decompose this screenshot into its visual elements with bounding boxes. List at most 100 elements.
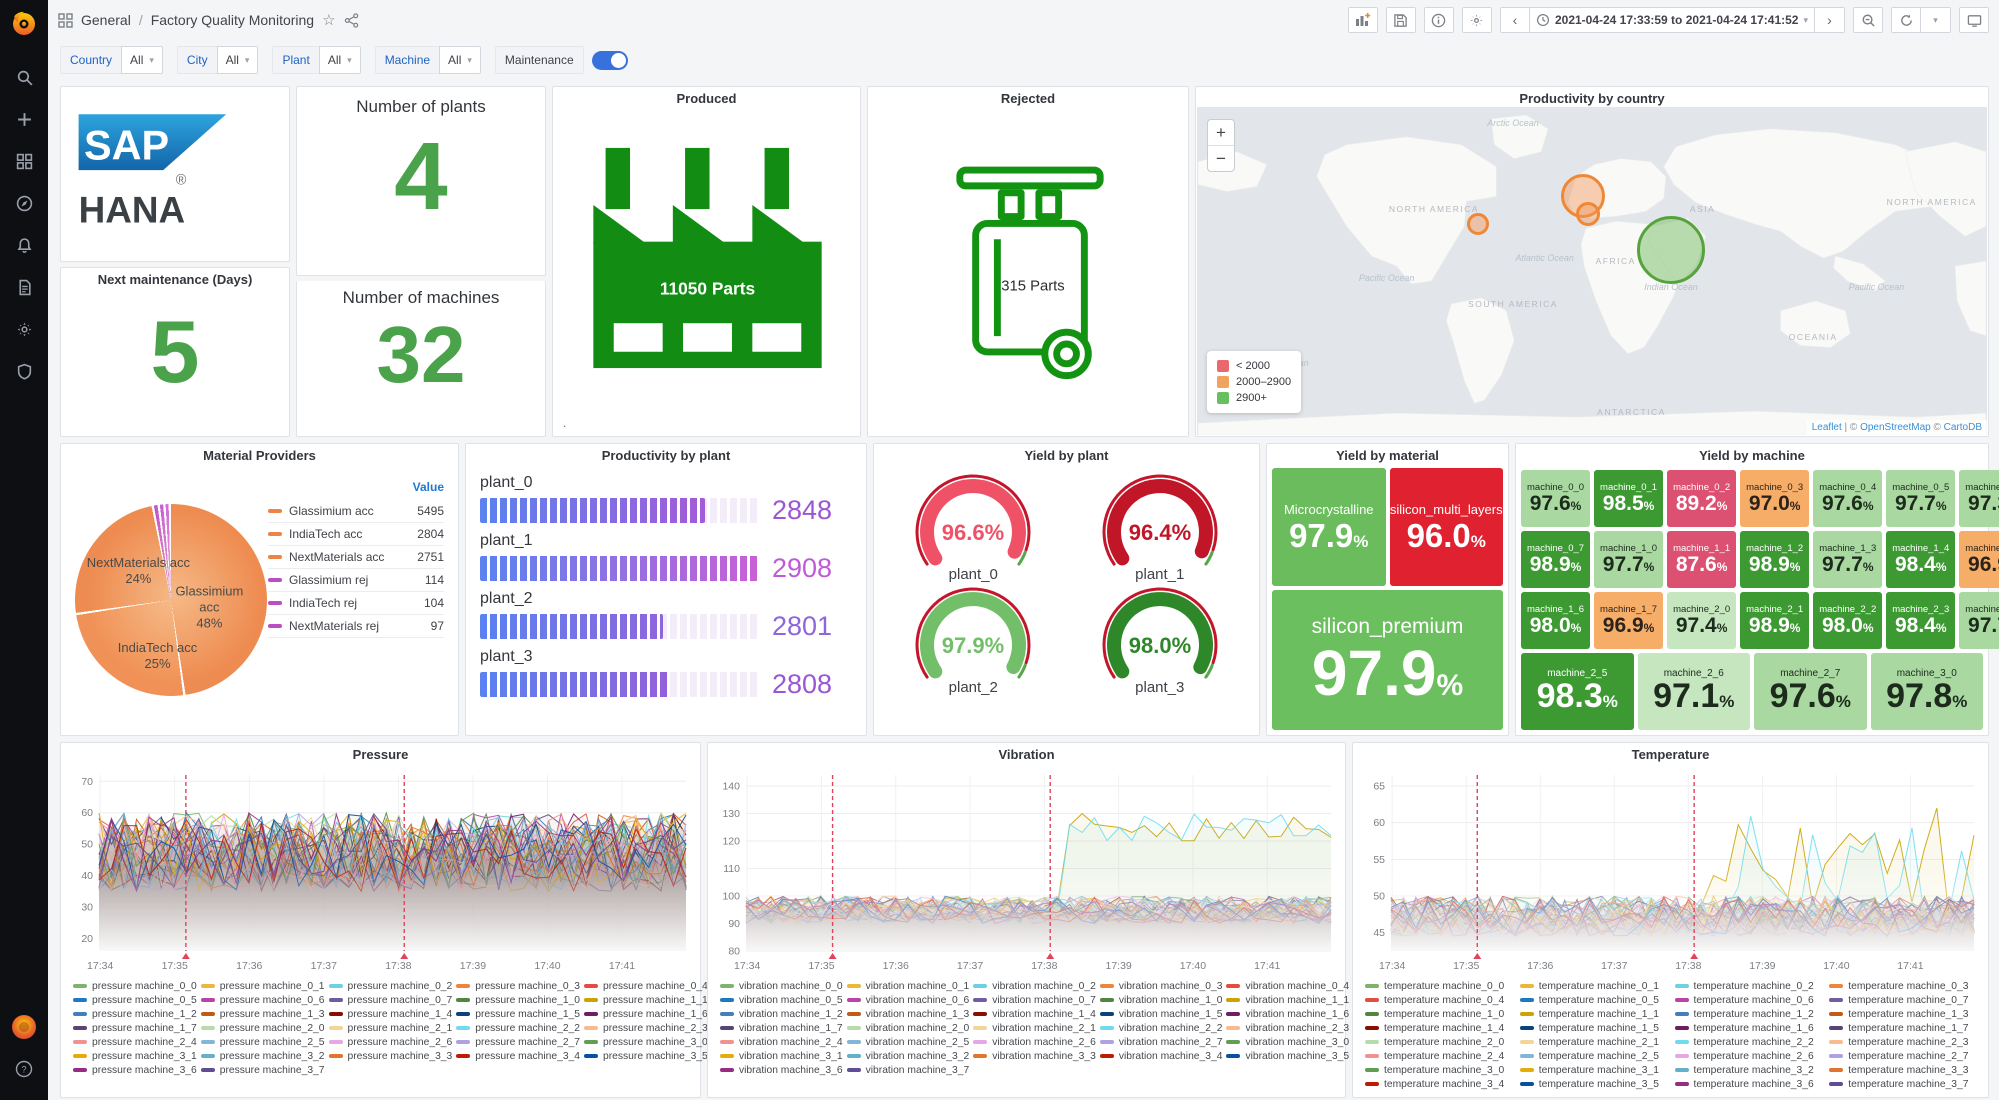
- legend-item[interactable]: temperature machine_2_6: [1675, 1049, 1826, 1063]
- legend-item[interactable]: vibration machine_0_6: [847, 993, 970, 1007]
- filter-value-city[interactable]: All▾: [217, 46, 259, 74]
- legend-item[interactable]: vibration machine_2_7: [1100, 1035, 1223, 1049]
- sidebar-item-help[interactable]: ?: [0, 1048, 48, 1090]
- legend-row[interactable]: NextMaterials acc2751: [268, 546, 444, 569]
- kiosk-mode-button[interactable]: [1959, 7, 1989, 33]
- legend-item[interactable]: temperature machine_1_0: [1365, 1007, 1516, 1021]
- legend-item[interactable]: pressure machine_2_7: [456, 1035, 580, 1049]
- legend-item[interactable]: temperature machine_0_0: [1365, 979, 1516, 993]
- legend-item[interactable]: temperature machine_0_2: [1675, 979, 1826, 993]
- legend-item[interactable]: pressure machine_0_4: [584, 979, 708, 993]
- legend-item[interactable]: vibration machine_2_4: [720, 1035, 843, 1049]
- legend-item[interactable]: pressure machine_1_6: [584, 1007, 708, 1021]
- grafana-logo[interactable]: [9, 8, 39, 38]
- legend-item[interactable]: vibration machine_0_2: [973, 979, 1096, 993]
- star-icon[interactable]: ☆: [322, 11, 335, 29]
- legend-item[interactable]: vibration machine_3_4: [1100, 1049, 1223, 1063]
- legend-item[interactable]: pressure machine_3_6: [73, 1063, 197, 1077]
- sidebar-item-settings[interactable]: [0, 308, 48, 350]
- legend-item[interactable]: pressure machine_3_2: [201, 1049, 325, 1063]
- legend-item[interactable]: vibration machine_1_0: [1100, 993, 1223, 1007]
- maintenance-toggle[interactable]: [592, 51, 628, 70]
- legend-item[interactable]: pressure machine_3_5: [584, 1049, 708, 1063]
- legend-item[interactable]: temperature machine_1_1: [1520, 1007, 1671, 1021]
- pressure-plot[interactable]: 20304050607017:3417:3517:3617:3717:3817:…: [61, 767, 698, 973]
- filter-label-machine[interactable]: Machine: [375, 46, 439, 74]
- filter-value-plant[interactable]: All▾: [319, 46, 361, 74]
- legend-item[interactable]: vibration machine_0_5: [720, 993, 843, 1007]
- legend-item[interactable]: vibration machine_2_6: [973, 1035, 1096, 1049]
- attribution-link[interactable]: CartoDB: [1944, 422, 1982, 433]
- legend-item[interactable]: vibration machine_1_2: [720, 1007, 843, 1021]
- legend-item[interactable]: vibration machine_3_1: [720, 1049, 843, 1063]
- map-marker-green[interactable]: [1637, 216, 1705, 284]
- share-icon[interactable]: [344, 13, 359, 28]
- legend-item[interactable]: pressure machine_2_0: [201, 1021, 325, 1035]
- legend-item[interactable]: temperature machine_1_6: [1675, 1021, 1826, 1035]
- time-shift-back-button[interactable]: ‹: [1500, 7, 1530, 33]
- legend-item[interactable]: temperature machine_3_3: [1829, 1063, 1980, 1077]
- legend-header-value[interactable]: Value: [413, 480, 444, 500]
- legend-item[interactable]: pressure machine_3_7: [201, 1063, 325, 1077]
- legend-item[interactable]: temperature machine_2_2: [1675, 1035, 1826, 1049]
- legend-item[interactable]: vibration machine_2_2: [1100, 1021, 1223, 1035]
- attribution-link[interactable]: Leaflet: [1812, 422, 1842, 433]
- legend-item[interactable]: pressure machine_1_4: [329, 1007, 453, 1021]
- legend-item[interactable]: vibration machine_3_5: [1226, 1049, 1349, 1063]
- add-panel-button[interactable]: [1348, 7, 1378, 33]
- legend-item[interactable]: temperature machine_3_5: [1520, 1077, 1671, 1091]
- legend-item[interactable]: vibration machine_3_3: [973, 1049, 1096, 1063]
- sidebar-item-dashboards[interactable]: [0, 140, 48, 182]
- legend-item[interactable]: temperature machine_2_0: [1365, 1035, 1516, 1049]
- legend-item[interactable]: vibration machine_3_6: [720, 1063, 843, 1077]
- legend-item[interactable]: pressure machine_3_4: [456, 1049, 580, 1063]
- sidebar-item-explore[interactable]: [0, 182, 48, 224]
- filter-label-city[interactable]: City: [177, 46, 217, 74]
- legend-item[interactable]: pressure machine_0_1: [201, 979, 325, 993]
- legend-item[interactable]: temperature machine_0_1: [1520, 979, 1671, 993]
- legend-item[interactable]: vibration machine_1_3: [847, 1007, 970, 1021]
- zoom-out-button[interactable]: [1853, 7, 1883, 33]
- time-shift-forward-button[interactable]: ›: [1815, 7, 1845, 33]
- legend-item[interactable]: pressure machine_1_3: [201, 1007, 325, 1021]
- legend-item[interactable]: temperature machine_3_4: [1365, 1077, 1516, 1091]
- legend-item[interactable]: temperature machine_2_5: [1520, 1049, 1671, 1063]
- legend-item[interactable]: pressure machine_2_2: [456, 1021, 580, 1035]
- legend-item[interactable]: temperature machine_1_7: [1829, 1021, 1980, 1035]
- legend-item[interactable]: vibration machine_1_1: [1226, 993, 1349, 1007]
- legend-item[interactable]: vibration machine_0_7: [973, 993, 1096, 1007]
- legend-item[interactable]: temperature machine_3_1: [1520, 1063, 1671, 1077]
- legend-item[interactable]: temperature machine_0_6: [1675, 993, 1826, 1007]
- world-map[interactable]: NORTH AMERICASOUTH AMERICAAFRICAASIAOCEA…: [1197, 107, 1987, 435]
- sidebar-item-shield[interactable]: [0, 350, 48, 392]
- legend-item[interactable]: pressure machine_2_4: [73, 1035, 197, 1049]
- legend-item[interactable]: pressure machine_1_7: [73, 1021, 197, 1035]
- legend-item[interactable]: vibration machine_1_6: [1226, 1007, 1349, 1021]
- legend-item[interactable]: vibration machine_0_0: [720, 979, 843, 993]
- legend-item[interactable]: pressure machine_3_0: [584, 1035, 708, 1049]
- filter-label-country[interactable]: Country: [60, 46, 121, 74]
- save-dashboard-button[interactable]: [1386, 7, 1416, 33]
- legend-item[interactable]: vibration machine_2_5: [847, 1035, 970, 1049]
- sidebar-item-alerting[interactable]: [0, 224, 48, 266]
- legend-row[interactable]: Glassimium rej114: [268, 569, 444, 592]
- legend-item[interactable]: vibration machine_3_0: [1226, 1035, 1349, 1049]
- legend-item[interactable]: vibration machine_2_1: [973, 1021, 1096, 1035]
- legend-item[interactable]: temperature machine_1_2: [1675, 1007, 1826, 1021]
- zoom-out-button[interactable]: −: [1208, 146, 1234, 171]
- legend-row[interactable]: Glassimium acc5495: [268, 500, 444, 523]
- legend-item[interactable]: pressure machine_2_6: [329, 1035, 453, 1049]
- refresh-interval-dropdown[interactable]: ▾: [1921, 7, 1951, 33]
- legend-item[interactable]: pressure machine_0_3: [456, 979, 580, 993]
- legend-item[interactable]: temperature machine_2_3: [1829, 1035, 1980, 1049]
- legend-item[interactable]: vibration machine_3_2: [847, 1049, 970, 1063]
- legend-item[interactable]: temperature machine_0_4: [1365, 993, 1516, 1007]
- legend-item[interactable]: pressure machine_1_2: [73, 1007, 197, 1021]
- legend-item[interactable]: temperature machine_2_7: [1829, 1049, 1980, 1063]
- legend-item[interactable]: temperature machine_3_2: [1675, 1063, 1826, 1077]
- legend-row[interactable]: IndiaTech acc2804: [268, 523, 444, 546]
- legend-item[interactable]: pressure machine_0_5: [73, 993, 197, 1007]
- legend-item[interactable]: temperature machine_0_3: [1829, 979, 1980, 993]
- legend-item[interactable]: pressure machine_0_0: [73, 979, 197, 993]
- sidebar-item-add[interactable]: [0, 98, 48, 140]
